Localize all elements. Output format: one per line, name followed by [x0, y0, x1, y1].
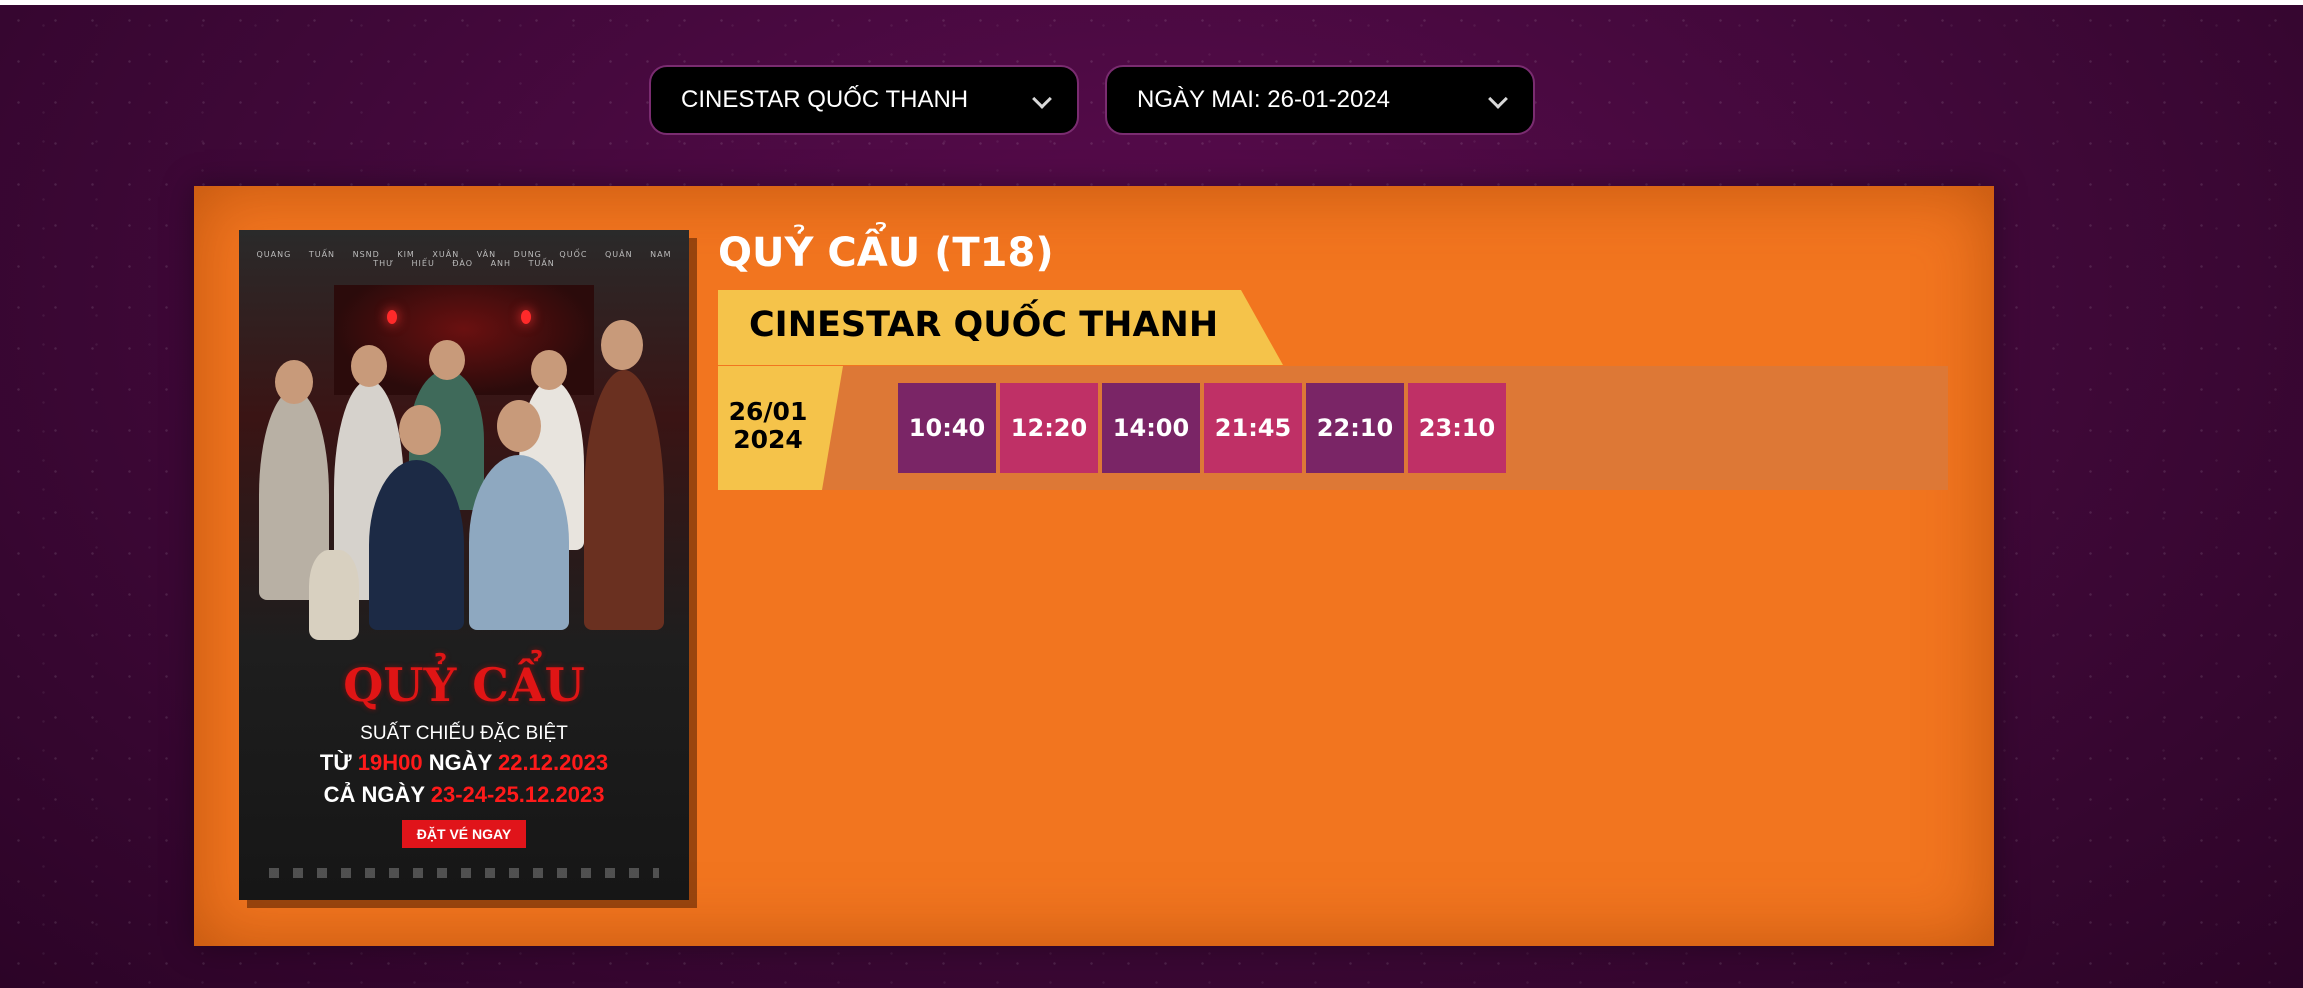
poster-figure-head: [601, 320, 643, 370]
showtime-date: 26/01 2024: [718, 398, 818, 454]
poster-text: 22.12.2023: [497, 750, 609, 775]
candle-icon: [387, 310, 397, 324]
poster-figure-head: [275, 360, 313, 404]
poster-text: CẢ NGÀY: [323, 782, 431, 807]
showtime-date-day: 26/01: [728, 397, 808, 426]
chevron-down-icon: [1488, 89, 1508, 109]
poster-dog: [309, 550, 359, 640]
showtime-button[interactable]: 14:00: [1102, 383, 1200, 473]
cinema-select-value: CINESTAR QUỐC THANH: [681, 86, 969, 113]
top-divider: [0, 0, 2303, 5]
poster-figure: [369, 460, 464, 630]
movie-title[interactable]: QUỶ CẨU (T18): [718, 230, 1054, 276]
poster-figure-head: [497, 400, 541, 452]
showtime-button[interactable]: 21:45: [1204, 383, 1302, 473]
movie-card: QUANG TUẤN NSND KIM XUÂN VÂN DUNG QUỐC Q…: [194, 186, 1994, 946]
showtime-date-year: 2024: [733, 425, 803, 454]
poster-figure: [469, 455, 569, 630]
poster-title: QUỶ CẨU: [343, 658, 585, 712]
poster-figure-head: [429, 340, 465, 380]
showtime-button[interactable]: 22:10: [1306, 383, 1404, 473]
showtime-button[interactable]: 10:40: [898, 383, 996, 473]
poster-figure-head: [531, 350, 567, 390]
poster-cast: QUANG TUẤN NSND KIM XUÂN VÂN DUNG QUỐC Q…: [256, 250, 672, 268]
poster-line-days: CẢ NGÀY 23-24-25.12.2023: [239, 782, 689, 808]
movie-poster[interactable]: QUANG TUẤN NSND KIM XUÂN VÂN DUNG QUỐC Q…: [239, 230, 689, 900]
poster-line-special: SUẤT CHIẾU ĐẶC BIỆT: [360, 723, 568, 744]
poster-figure-head: [351, 345, 387, 387]
showtime-button[interactable]: 23:10: [1408, 383, 1506, 473]
poster-text: NGÀY: [422, 750, 498, 775]
date-select-value: NGÀY MAI: 26-01-2024: [1137, 86, 1391, 113]
cinema-name: CINESTAR QUỐC THANH: [749, 305, 1219, 345]
showtime-date-badge: 26/01 2024: [718, 366, 843, 490]
candle-icon: [521, 310, 531, 324]
showtime-slots: 10:40 12:20 14:00 21:45 22:10 23:10: [898, 383, 1506, 473]
showtime-row: 26/01 2024 10:40 12:20 14:00 21:45 22:10…: [718, 366, 1948, 490]
poster-text: TỪ: [319, 750, 358, 775]
date-select[interactable]: NGÀY MAI: 26-01-2024: [1105, 65, 1535, 135]
poster-book-button: ĐẶT VÉ NGAY: [402, 820, 526, 848]
chevron-down-icon: [1032, 89, 1052, 109]
poster-line-date: TỪ 19H00 NGÀY 22.12.2023: [239, 750, 689, 776]
cinema-name-label: CINESTAR QUỐC THANH: [718, 290, 1283, 365]
showtime-button[interactable]: 12:20: [1000, 383, 1098, 473]
poster-text: 19H00: [357, 750, 423, 775]
poster-text: 23-24-25.12.2023: [430, 782, 605, 807]
poster-sponsor-logos: [269, 868, 659, 878]
poster-figure-head: [399, 405, 441, 455]
poster-figure: [584, 370, 664, 630]
cinema-select[interactable]: CINESTAR QUỐC THANH: [649, 65, 1079, 135]
